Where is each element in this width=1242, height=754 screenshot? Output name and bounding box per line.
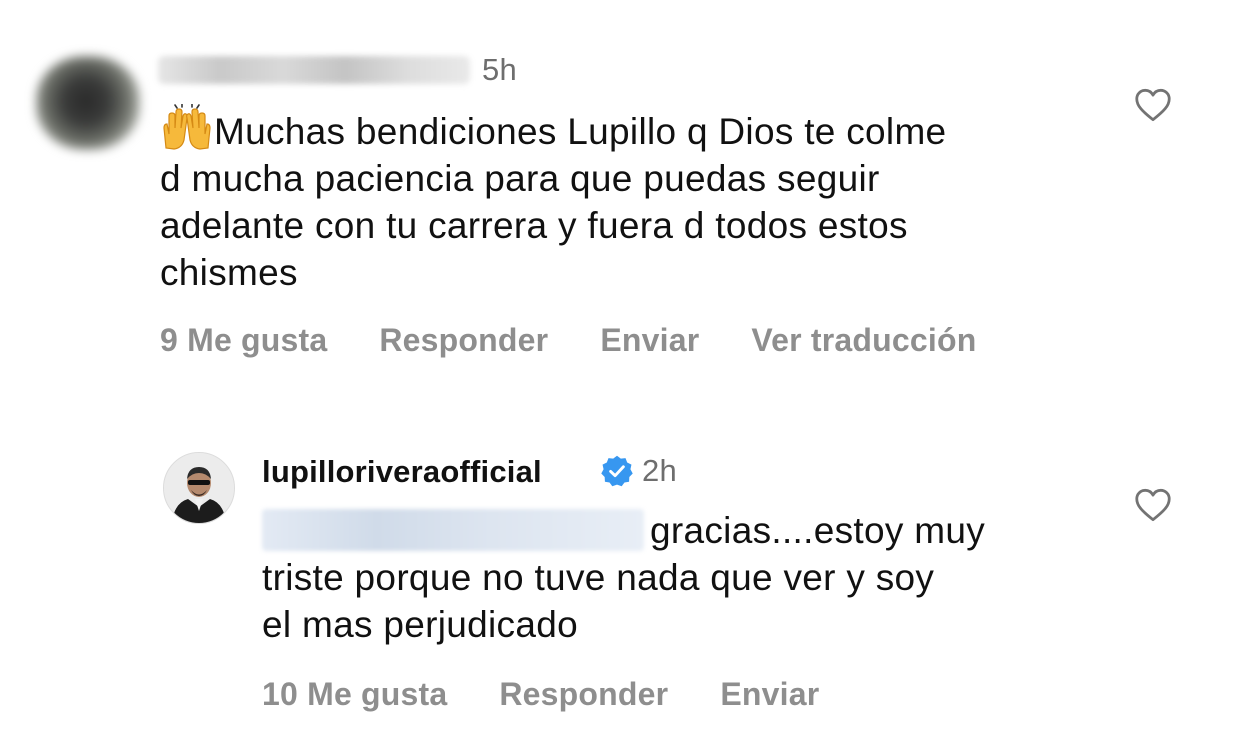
comment-line: gracias....estoy muy — [650, 510, 986, 551]
comment-line: d mucha paciencia para que puedas seguir — [160, 158, 880, 199]
comment-text: gracias....estoy muy triste porque no tu… — [262, 507, 985, 648]
send-button[interactable]: Enviar — [720, 676, 819, 713]
verified-badge-icon — [601, 455, 633, 487]
reply-button[interactable]: Responder — [379, 322, 548, 359]
comment-username[interactable]: lupilloriveraofficial — [262, 454, 542, 490]
reply-button[interactable]: Responder — [499, 676, 668, 713]
comment-time: 2h — [642, 453, 678, 488]
comment-line: triste porque no tuve nada que ver y soy — [262, 557, 935, 598]
heart-icon[interactable] — [1134, 88, 1172, 122]
raising-hands-emoji-icon — [160, 103, 214, 150]
avatar[interactable] — [163, 452, 235, 524]
heart-icon[interactable] — [1134, 488, 1172, 522]
avatar[interactable] — [36, 56, 140, 150]
see-translation-button[interactable]: Ver traducción — [751, 322, 976, 359]
likes-count-button[interactable]: 10 Me gusta — [262, 676, 447, 713]
comment-actions: 9 Me gusta Responder Enviar Ver traducci… — [160, 322, 976, 359]
likes-count-button[interactable]: 9 Me gusta — [160, 322, 327, 359]
comment-time: 5h — [482, 52, 518, 87]
comment-actions: 10 Me gusta Responder Enviar — [262, 676, 819, 713]
comment-text: Muchas bendiciones Lupillo q Dios te col… — [160, 103, 947, 296]
send-button[interactable]: Enviar — [600, 322, 699, 359]
comment-line: el mas perjudicado — [262, 604, 578, 645]
comment-line: Muchas bendiciones Lupillo q Dios te col… — [214, 111, 947, 152]
blurred-mention[interactable] — [262, 509, 644, 551]
comment-line: chismes — [160, 252, 298, 293]
blurred-username[interactable] — [158, 56, 470, 84]
comment-line: adelante con tu carrera y fuera d todos … — [160, 205, 908, 246]
